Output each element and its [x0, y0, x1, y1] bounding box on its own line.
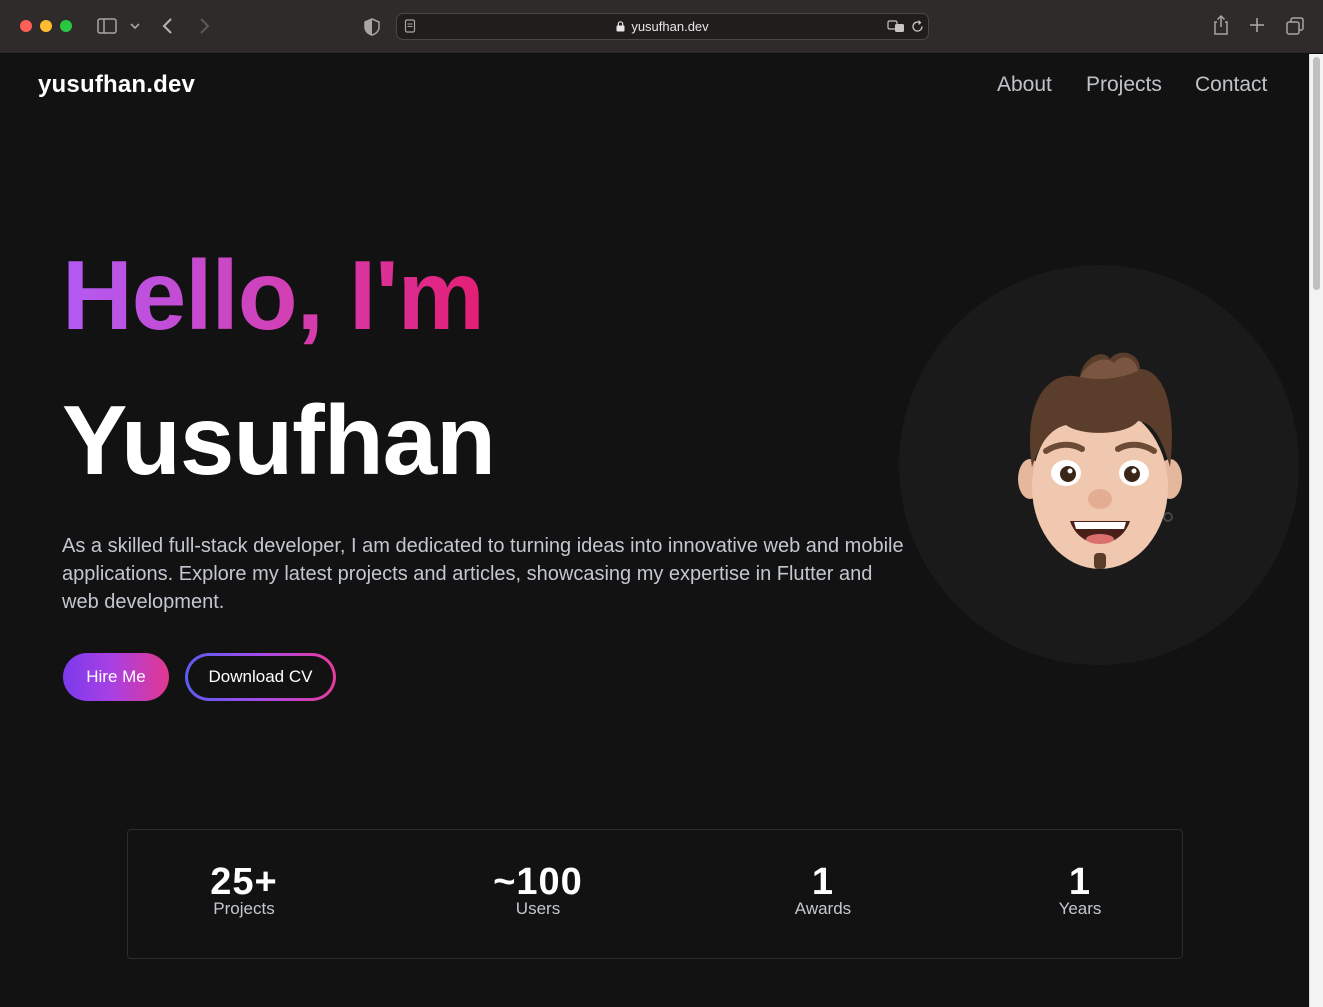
new-tab-icon[interactable] — [1248, 16, 1266, 34]
back-icon[interactable] — [160, 16, 176, 36]
forward-icon[interactable] — [196, 16, 212, 36]
stat-projects: 25+ Projects — [144, 862, 344, 920]
memoji-avatar — [1018, 352, 1182, 569]
hero-intro: As a skilled full-stack developer, I am … — [62, 535, 904, 613]
reload-icon[interactable] — [911, 20, 924, 33]
nav-link-projects[interactable]: Projects — [1086, 73, 1162, 97]
url-text: yusufhan.dev — [631, 19, 709, 34]
page-content: yusufhan.dev About Projects Contact Hell… — [0, 54, 1309, 1007]
stat-label: Users — [515, 899, 561, 918]
lock-icon — [616, 20, 625, 35]
translate-icon[interactable] — [887, 19, 905, 34]
stat-value: 1 — [811, 861, 835, 903]
hero-greeting: Hello, I'm — [62, 240, 485, 350]
stat-label: Projects — [213, 899, 275, 918]
stat-awards: 1 Awards — [723, 862, 923, 920]
browser-toolbar: yusufhan.dev — [0, 0, 1323, 54]
sidebar-icon[interactable] — [97, 17, 117, 35]
nav-link-contact[interactable]: Contact — [1195, 73, 1267, 97]
chevron-down-icon[interactable] — [129, 21, 141, 31]
stat-value: 25+ — [210, 861, 278, 903]
site-logo[interactable]: yusufhan.dev — [38, 71, 195, 99]
hire-me-button[interactable]: Hire Me — [63, 653, 169, 701]
zoom-window-button[interactable] — [60, 20, 72, 32]
stat-label: Awards — [794, 899, 852, 918]
stat-label: Years — [1058, 899, 1102, 918]
nav-link-about[interactable]: About — [997, 73, 1052, 97]
url-display: yusufhan.dev — [397, 19, 928, 35]
download-cv-button[interactable]: Download CV — [185, 653, 336, 701]
share-icon[interactable] — [1211, 14, 1231, 36]
download-cv-label: Download CV — [188, 656, 333, 698]
address-bar[interactable]: yusufhan.dev — [396, 13, 929, 40]
close-window-button[interactable] — [20, 20, 32, 32]
stat-value: ~100 — [493, 861, 583, 903]
scrollbar-thumb[interactable] — [1313, 57, 1320, 290]
tabs-icon[interactable] — [1285, 16, 1305, 36]
hero-name: Yusufhan — [62, 385, 496, 495]
shield-icon[interactable] — [363, 17, 381, 37]
page-scrollbar[interactable] — [1309, 54, 1323, 1007]
stat-users: ~100 Users — [438, 862, 638, 920]
stats-panel: 25+ Projects ~100 Users 1 Awards 1 Years — [127, 829, 1183, 959]
browser-window: yusufhan.dev yusufhan.dev About Projects… — [0, 0, 1323, 1007]
stat-years: 1 Years — [980, 862, 1180, 920]
stat-value: 1 — [1068, 861, 1092, 903]
minimize-window-button[interactable] — [40, 20, 52, 32]
